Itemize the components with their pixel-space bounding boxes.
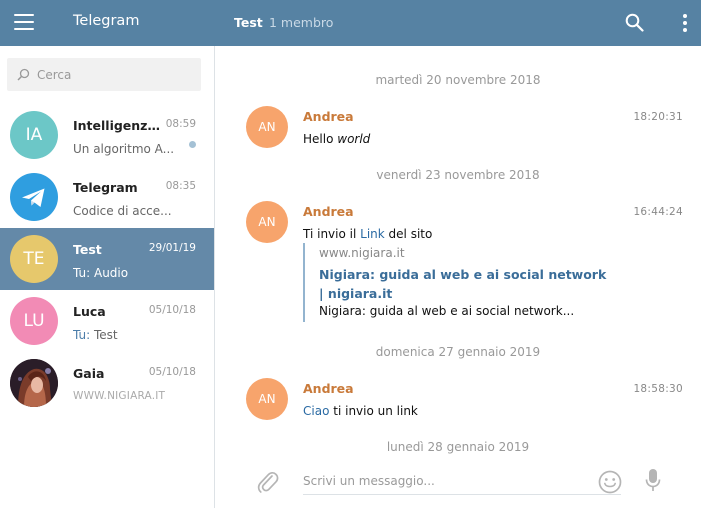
preview-text: Test bbox=[93, 328, 118, 342]
link-preview[interactable]: www.nigiara.it Nigiara: guida al web e a… bbox=[303, 243, 633, 322]
sender-avatar[interactable]: AN bbox=[246, 106, 288, 148]
dialog-name: Telegram bbox=[73, 180, 138, 195]
sidebar: Telegram IA Intelligenza artificiale 08:… bbox=[0, 0, 215, 508]
more-options-icon[interactable] bbox=[677, 13, 693, 33]
peer-name[interactable]: Test bbox=[234, 15, 263, 30]
search-input[interactable] bbox=[37, 58, 197, 91]
message-time: 18:20:31 bbox=[633, 111, 683, 123]
search-box[interactable] bbox=[7, 58, 201, 91]
composer bbox=[215, 458, 701, 508]
message-link[interactable]: Link bbox=[360, 227, 385, 241]
dialog-preview: Un algoritmo A... bbox=[73, 142, 175, 156]
dialog-item[interactable]: LU Luca 05/10/18 Tu: Test bbox=[0, 290, 214, 352]
message-text-plain: ti invio un link bbox=[333, 404, 418, 418]
dialog-time: 05/10/18 bbox=[148, 304, 196, 316]
dialog-preview: Codice di acce... bbox=[73, 204, 172, 218]
preview-prefix: Tu: bbox=[73, 266, 91, 280]
message-text: Ti invio il Link del sito bbox=[303, 227, 432, 241]
dialog-item-active[interactable]: TE Test 29/01/19 Tu: Audio bbox=[0, 228, 214, 290]
dialog-preview: Tu: Audio bbox=[73, 266, 193, 280]
message-link[interactable]: Ciao bbox=[303, 404, 329, 418]
preview-prefix: Tu: bbox=[73, 328, 91, 342]
avatar: TE bbox=[10, 235, 58, 283]
message-text-plain: Ti invio il bbox=[303, 227, 357, 241]
date-separator: martedì 20 novembre 2018 bbox=[375, 73, 541, 87]
app-title: Telegram bbox=[73, 13, 140, 29]
paperclip-icon[interactable] bbox=[255, 468, 279, 494]
date-separator: domenica 27 gennaio 2019 bbox=[375, 345, 541, 359]
preview-text: Audio bbox=[93, 266, 129, 280]
message-author[interactable]: Andrea bbox=[303, 109, 354, 124]
dialog-preview: WWW.NIGIARA.IT bbox=[73, 390, 166, 402]
dialog-time: 08:59 bbox=[165, 118, 196, 130]
date-separator: venerdì 23 novembre 2018 bbox=[376, 168, 540, 182]
search-icon[interactable] bbox=[625, 13, 644, 32]
dialog-time: 29/01/19 bbox=[148, 242, 196, 254]
preview-title[interactable]: Nigiara: guida al web e ai social networ… bbox=[319, 265, 609, 303]
sender-avatar[interactable]: AN bbox=[246, 378, 288, 420]
message-text: Hello world bbox=[303, 132, 370, 146]
message-text: Ciao ti invio un link bbox=[303, 404, 418, 418]
date-separator: lunedì 28 gennaio 2019 bbox=[386, 440, 530, 454]
dialog-item[interactable]: IA Intelligenza artificiale 08:59 Un alg… bbox=[0, 104, 214, 166]
message-author[interactable]: Andrea bbox=[303, 204, 354, 219]
dialog-item[interactable]: Gaia 05/10/18 WWW.NIGIARA.IT bbox=[0, 352, 214, 414]
dialog-item[interactable]: Telegram 08:35 Codice di acce... bbox=[0, 166, 214, 228]
dialog-time: 08:35 bbox=[165, 180, 196, 192]
peer-status[interactable]: 1 membro bbox=[269, 15, 333, 30]
unread-indicator bbox=[189, 141, 196, 148]
message-input[interactable] bbox=[303, 467, 621, 495]
preview-description: Nigiara: guida al web e ai social networ… bbox=[319, 304, 575, 318]
preview-site: www.nigiara.it bbox=[319, 246, 405, 260]
message-time: 16:44:24 bbox=[633, 206, 683, 218]
message-text-plain: Hello bbox=[303, 132, 334, 146]
emoji-icon[interactable] bbox=[598, 470, 622, 494]
message-time: 18:58:30 bbox=[633, 383, 683, 395]
telegram-logo-icon bbox=[10, 173, 58, 221]
dialog-time: 05/10/18 bbox=[148, 366, 196, 378]
dialog-preview: Tu: Test bbox=[73, 328, 193, 342]
sidebar-header: Telegram bbox=[0, 0, 215, 46]
message-author[interactable]: Andrea bbox=[303, 381, 354, 396]
dialog-name: Intelligenza artificiale bbox=[73, 118, 168, 133]
search-icon bbox=[17, 68, 30, 81]
avatar: IA bbox=[10, 111, 58, 159]
chat-header: Test 1 membro bbox=[215, 0, 701, 46]
microphone-icon[interactable] bbox=[644, 468, 662, 494]
avatar-photo bbox=[10, 359, 58, 407]
message-text-italic: world bbox=[337, 132, 371, 146]
message-text-plain: del sito bbox=[388, 227, 433, 241]
sender-avatar[interactable]: AN bbox=[246, 201, 288, 243]
menu-icon[interactable] bbox=[14, 13, 34, 31]
avatar: LU bbox=[10, 297, 58, 345]
